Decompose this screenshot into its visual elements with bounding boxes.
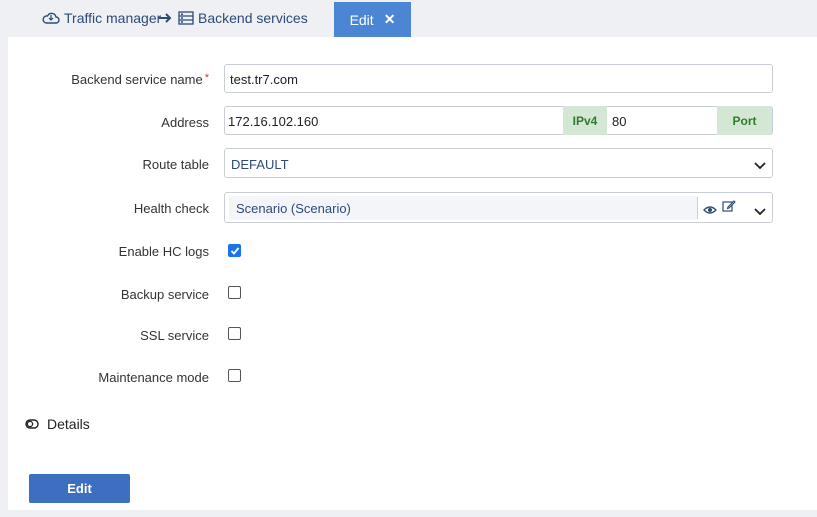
server-list-icon: [178, 11, 194, 25]
maintenance-mode-label: Maintenance mode: [98, 370, 209, 385]
breadcrumb-traffic-manager[interactable]: Traffic manager: [42, 10, 161, 26]
address-ip-input[interactable]: 172.16.102.160: [228, 114, 318, 129]
maintenance-mode-checkbox[interactable]: [228, 369, 241, 382]
top-bar: Traffic manager Backend services Edit ✕: [0, 0, 817, 37]
route-table-select[interactable]: [224, 148, 773, 178]
close-icon[interactable]: ✕: [384, 11, 396, 28]
breadcrumb-backend-services[interactable]: Backend services: [178, 10, 308, 26]
edit-submit-button[interactable]: Edit: [29, 474, 130, 503]
port-addon: Port: [717, 106, 772, 135]
address-label: Address: [161, 115, 209, 130]
backup-service-label: Backup service: [120, 287, 209, 302]
cloud-icon: [42, 11, 60, 25]
route-table-label: Route table: [142, 157, 210, 172]
details-toggle[interactable]: Details: [25, 416, 90, 432]
health-check-value: Scenario (Scenario): [236, 201, 351, 216]
enable-hc-logs-label: Enable HC logs: [118, 244, 209, 259]
details-label: Details: [47, 416, 90, 432]
tab-edit-label: Edit: [349, 11, 374, 28]
breadcrumb-label: Backend services: [198, 10, 308, 26]
ssl-service-checkbox[interactable]: [228, 327, 241, 340]
pencil-icon[interactable]: [722, 199, 736, 218]
backend-service-name-input[interactable]: test.tr7.com: [224, 64, 773, 93]
arrow-right-icon: [158, 11, 172, 30]
enable-hc-logs-checkbox[interactable]: [228, 244, 241, 257]
tab-edit[interactable]: Edit ✕: [334, 2, 411, 37]
backup-service-checkbox[interactable]: [228, 286, 241, 299]
chevron-down-icon: [754, 157, 766, 175]
health-check-label: Health check: [133, 201, 209, 216]
backend-service-name-label: Backend service name *: [71, 72, 209, 87]
divider: [697, 197, 698, 219]
ip-version-addon: IPv4: [563, 106, 607, 135]
required-marker: *: [204, 72, 209, 84]
eye-icon[interactable]: [703, 202, 717, 220]
chevron-down-icon[interactable]: [754, 203, 766, 221]
toggle-icon: [25, 416, 39, 432]
backend-service-name-value: test.tr7.com: [230, 72, 298, 87]
ssl-service-label: SSL service: [140, 328, 209, 343]
breadcrumb-label: Traffic manager: [64, 10, 162, 26]
route-table-value: DEFAULT: [231, 157, 289, 172]
port-input[interactable]: 80: [612, 114, 626, 129]
